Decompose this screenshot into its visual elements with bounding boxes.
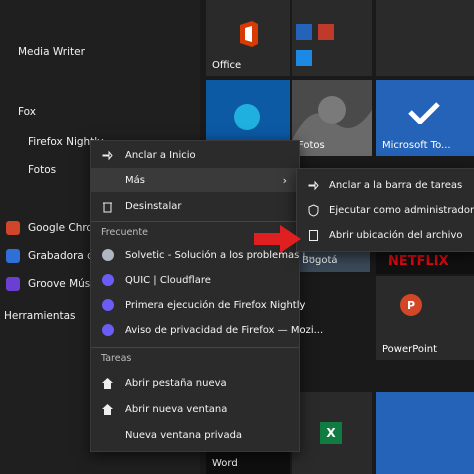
menu-item-more[interactable]: Más › (91, 168, 299, 192)
menu-label: Más (125, 174, 145, 186)
menu-label: QUIC | Cloudflare (125, 274, 211, 286)
office-icon (240, 21, 258, 47)
app-label: Fox (18, 106, 36, 118)
tile-powerpoint[interactable]: P PowerPoint (376, 276, 474, 360)
tile-label: Microsoft To... (382, 140, 451, 151)
admin-shield-icon (308, 203, 319, 217)
menu-item-frequent[interactable]: Primera ejecución de Firefox Nightly (91, 293, 305, 317)
start-menu: Media Writer Fox Firefox Nightly Fotos G… (0, 0, 474, 474)
tile-label: PowerPoint (382, 344, 438, 355)
new-window-icon (101, 403, 114, 416)
menu-item-task[interactable]: Abrir nueva ventana (91, 397, 299, 421)
menu-item-frequent[interactable]: QUIC | Cloudflare (91, 268, 299, 292)
menu-item-frequent[interactable]: Aviso de privacidad de Firefox — Mozi... (91, 318, 323, 342)
app-label: Herramientas (4, 310, 76, 322)
chrome-icon (6, 221, 20, 235)
tile-group-small[interactable] (292, 0, 372, 76)
menu-label: Anclar a la barra de tareas (329, 179, 463, 191)
section-frequent: Frecuente (101, 227, 148, 238)
firefox-nightly-icon (101, 274, 114, 287)
tile-microsoft-to-do[interactable]: Microsoft To... (376, 80, 474, 156)
tile-netflix[interactable]: NETFLIX (376, 250, 474, 274)
onedrive-icon (296, 24, 312, 40)
menu-label: Aviso de privacidad de Firefox — Mozi... (125, 324, 324, 336)
tile-empty (376, 0, 474, 76)
menu-label: Abrir pestaña nueva (125, 377, 227, 389)
tile-label: Word (212, 458, 238, 469)
file-location-icon (309, 229, 318, 241)
menu-label: Ejecutar como administrador (329, 204, 474, 216)
menu-divider (91, 347, 299, 348)
excel-icon: X (320, 422, 342, 444)
menu-label: Abrir ubicación del archivo (329, 229, 463, 241)
menu-divider (91, 221, 299, 222)
menu-item-run-admin[interactable]: Ejecutar como administrador (297, 198, 474, 222)
app-item-media-writer[interactable]: Media Writer (0, 42, 200, 62)
pin-icon (308, 180, 319, 190)
menu-label: Abrir nueva ventana (125, 403, 228, 415)
edge-icon (234, 104, 260, 130)
checkmark-icon (408, 102, 440, 124)
skype-icon (296, 50, 312, 66)
tile-blue[interactable] (376, 392, 474, 474)
section-tasks: Tareas (101, 353, 132, 364)
firefox-nightly-icon (101, 324, 114, 337)
red-arrow-icon (254, 225, 301, 253)
groove-icon (6, 277, 20, 291)
netflix-logo: NETFLIX (388, 254, 449, 269)
app-label: Media Writer (18, 46, 85, 58)
tile-label: Office (212, 60, 242, 71)
office-small-icon (318, 24, 334, 40)
solvetic-icon (101, 249, 114, 262)
chevron-right-icon: › (282, 173, 287, 187)
menu-item-uninstall[interactable]: Desinstalar (91, 194, 299, 218)
menu-item-pin-taskbar[interactable]: Anclar a la barra de tareas (297, 173, 474, 197)
context-menu: Anclar a Inicio Más › Desinstalar Frecue… (90, 140, 323, 452)
app-item-firefox[interactable]: Fox (0, 102, 200, 122)
menu-item-task[interactable]: Nueva ventana privada (91, 423, 299, 447)
menu-label: Anclar a Inicio (125, 149, 196, 161)
menu-label: Primera ejecución de Firefox Nightly (125, 299, 306, 311)
firefox-nightly-icon (101, 299, 114, 312)
menu-item-open-location[interactable]: Abrir ubicación del archivo (297, 223, 474, 247)
tile-office[interactable]: Office (206, 0, 290, 76)
submenu: Anclar a la barra de tareas Ejecutar com… (296, 168, 474, 252)
tile-excel[interactable]: X (292, 392, 372, 474)
pin-icon (101, 149, 114, 162)
new-tab-icon (101, 377, 114, 390)
tile-photos[interactable]: Fotos (292, 80, 372, 156)
powerpoint-icon: P (400, 294, 422, 316)
menu-label: Desinstalar (125, 200, 182, 212)
menu-item-pin-to-start[interactable]: Anclar a Inicio (91, 143, 299, 167)
tile-label: Fotos (298, 140, 325, 151)
menu-label: Nueva ventana privada (125, 429, 243, 441)
app-label: Fotos (28, 164, 57, 176)
trash-icon (101, 200, 114, 213)
menu-item-task[interactable]: Abrir pestaña nueva (91, 371, 299, 395)
recorder-icon (6, 249, 20, 263)
